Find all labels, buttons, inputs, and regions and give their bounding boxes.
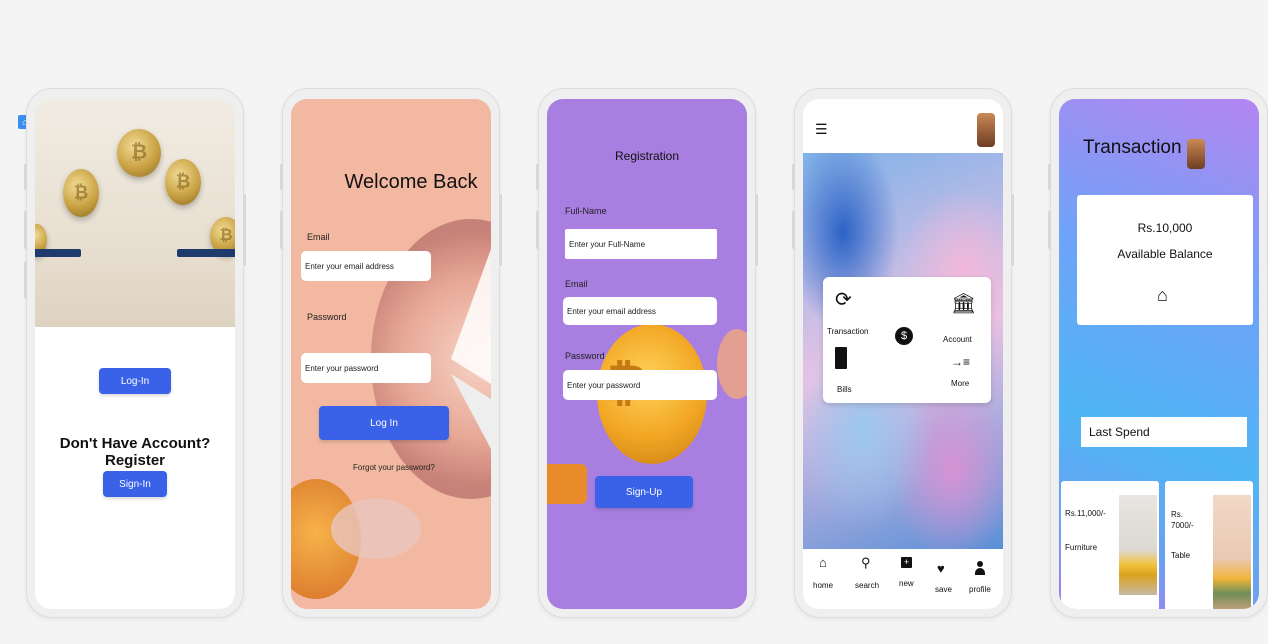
nav-save[interactable]: save xyxy=(935,585,952,594)
menu-transaction[interactable]: Transaction xyxy=(827,327,869,336)
email-field[interactable]: Enter your email address xyxy=(301,251,431,281)
quick-menu-card: ⟳ Transaction $ 🏛 Account Bills →≡ More xyxy=(823,277,991,403)
page-title: Transaction xyxy=(1083,137,1182,158)
phone-dashboard: ☰ ⟳ Transaction $ 🏛 Account Bills →≡ Mor… xyxy=(792,88,1014,618)
signin-button[interactable]: Sign-In xyxy=(103,471,167,497)
nav-search[interactable]: search xyxy=(855,581,879,590)
password-field[interactable]: Enter your password xyxy=(563,370,717,400)
spend-price: Rs. 7000/- xyxy=(1171,510,1194,530)
phone-transaction: Transaction Rs.10,000 Available Balance … xyxy=(1048,88,1268,618)
forgot-password-link[interactable]: Forgot your password? xyxy=(353,463,435,472)
home-icon[interactable]: ⌂ xyxy=(819,555,827,570)
hamburger-menu-icon[interactable]: ☰ xyxy=(815,121,828,138)
spend-card-furniture[interactable]: Rs.11,000/- Furniture xyxy=(1061,481,1159,609)
spend-name: Table xyxy=(1171,551,1191,560)
bottom-nav: ⌂ home ⚲ search + new ♥ save profile xyxy=(803,549,1003,607)
spend-name: Furniture xyxy=(1065,543,1098,552)
phone-welcome: ₿ ₿ ₿ ₿ Log-In Don't Have Account?Regist… xyxy=(24,88,246,618)
phone-login: Welcome Back Email Enter your email addr… xyxy=(280,88,502,618)
coins-hero-image: ₿ ₿ ₿ ₿ xyxy=(35,99,235,327)
password-label: Password xyxy=(565,351,605,361)
spend-price: Rs.11,000/- xyxy=(1065,509,1106,518)
bank-icon: 🏛 xyxy=(951,293,977,315)
password-label: Password xyxy=(307,312,347,322)
home-icon: ⌂ xyxy=(1157,285,1168,305)
menu-account[interactable]: Account xyxy=(943,335,972,344)
transaction-icon: ⟳ xyxy=(835,289,852,311)
fullname-field[interactable]: Enter your Full-Name xyxy=(565,229,717,259)
spend-card-table[interactable]: Rs. 7000/- Table xyxy=(1165,481,1253,609)
email-label: Email xyxy=(565,279,588,289)
email-label: Email xyxy=(307,232,330,242)
nav-profile[interactable]: profile xyxy=(969,585,991,594)
login-button[interactable]: Log-In xyxy=(99,368,171,394)
balance-card: Rs.10,000 Available Balance ⌂ xyxy=(1077,195,1253,325)
more-arrow-icon: →≡ xyxy=(951,355,971,369)
menu-more[interactable]: More xyxy=(951,379,969,388)
signup-button[interactable]: Sign-Up xyxy=(595,476,693,508)
password-field[interactable]: Enter your password xyxy=(301,353,431,383)
page-title: Welcome Back xyxy=(344,171,478,193)
login-button[interactable]: Log In xyxy=(319,406,449,440)
receipt-icon xyxy=(835,347,847,369)
heart-icon[interactable]: ♥ xyxy=(937,561,945,576)
menu-bills[interactable]: Bills xyxy=(837,385,852,394)
register-prompt[interactable]: Don't Have Account?Register xyxy=(35,435,235,469)
balance-amount: Rs.10,000 xyxy=(1137,221,1193,235)
table-image xyxy=(1213,495,1251,609)
new-icon[interactable]: + xyxy=(901,557,912,568)
page-title: Registration xyxy=(614,149,680,163)
balance-label: Available Balance xyxy=(1117,247,1213,261)
avatar[interactable] xyxy=(977,113,995,147)
nav-new[interactable]: new xyxy=(899,579,914,588)
dollar-chat-icon[interactable]: $ xyxy=(895,327,913,345)
last-spend-header: Last Spend xyxy=(1081,417,1247,447)
profile-icon[interactable] xyxy=(975,561,985,575)
search-icon[interactable]: ⚲ xyxy=(861,555,871,571)
avatar[interactable] xyxy=(1187,139,1205,169)
furniture-image xyxy=(1119,495,1157,595)
email-field[interactable]: Enter your email address xyxy=(563,297,717,325)
nav-home[interactable]: home xyxy=(813,581,833,590)
fullname-label: Full-Name xyxy=(565,206,607,216)
phone-registration: ₿ Registration Full-Name Enter your Full… xyxy=(536,88,758,618)
